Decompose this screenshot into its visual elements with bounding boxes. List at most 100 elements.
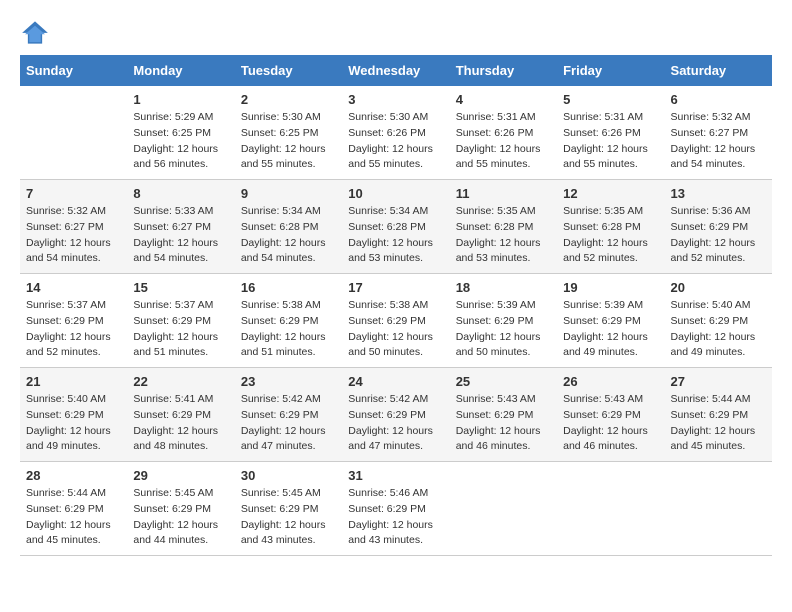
day-number: 15 xyxy=(133,280,228,295)
day-number: 10 xyxy=(348,186,443,201)
day-cell: 3Sunrise: 5:30 AMSunset: 6:26 PMDaylight… xyxy=(342,86,449,180)
day-cell: 7Sunrise: 5:32 AMSunset: 6:27 PMDaylight… xyxy=(20,180,127,274)
day-cell xyxy=(450,462,557,556)
day-info: Sunrise: 5:34 AMSunset: 6:28 PMDaylight:… xyxy=(348,204,443,267)
day-number: 27 xyxy=(671,374,766,389)
day-number: 20 xyxy=(671,280,766,295)
header-tuesday: Tuesday xyxy=(235,55,342,86)
day-number: 2 xyxy=(241,92,336,107)
day-number: 6 xyxy=(671,92,766,107)
day-number: 16 xyxy=(241,280,336,295)
day-cell: 17 Sunrise: 5:38 AMSunset: 6:29 PMDayligh… xyxy=(342,274,449,368)
day-info: Sunrise: 5:42 AMSunset: 6:29 PMDaylight:… xyxy=(348,392,443,455)
day-number: 19 xyxy=(563,280,658,295)
logo-icon xyxy=(20,20,50,45)
day-number: 3 xyxy=(348,92,443,107)
day-number: 24 xyxy=(348,374,443,389)
day-cell: 25 Sunrise: 5:43 AMSunset: 6:29 PMDayligh… xyxy=(450,368,557,462)
day-info: Sunrise: 5:29 AMSunset: 6:25 PMDaylight:… xyxy=(133,110,228,173)
day-number: 12 xyxy=(563,186,658,201)
calendar-table: SundayMondayTuesdayWednesdayThursdayFrid… xyxy=(20,55,772,556)
day-info: Sunrise: 5:34 AMSunset: 6:28 PMDaylight:… xyxy=(241,204,336,267)
day-number: 25 xyxy=(456,374,551,389)
day-number: 9 xyxy=(241,186,336,201)
day-info: Sunrise: 5:46 AMSunset: 6:29 PMDaylight:… xyxy=(348,486,443,549)
day-info: Sunrise: 5:30 AMSunset: 6:25 PMDaylight:… xyxy=(241,110,336,173)
day-cell: 19Sunrise: 5:39 AMSunset: 6:29 PMDayligh… xyxy=(557,274,664,368)
day-cell: 28 Sunrise: 5:44 AMSunset: 6:29 PMDayligh… xyxy=(20,462,127,556)
day-number: 13 xyxy=(671,186,766,201)
day-info: Sunrise: 5:36 AMSunset: 6:29 PMDaylight:… xyxy=(671,204,766,267)
header-friday: Friday xyxy=(557,55,664,86)
day-info: Sunrise: 5:35 AMSunset: 6:28 PMDaylight:… xyxy=(563,204,658,267)
logo xyxy=(20,20,52,45)
day-info: Sunrise: 5:32 AMSunset: 6:27 PMDaylight:… xyxy=(671,110,766,173)
day-info: Sunrise: 5:40 AMSunset: 6:29 PMDaylight:… xyxy=(26,392,121,455)
day-number: 14 xyxy=(26,280,121,295)
header-sunday: Sunday xyxy=(20,55,127,86)
day-cell: 15 Sunrise: 5:37 AMSunset: 6:29 PMDayligh… xyxy=(127,274,234,368)
day-number: 4 xyxy=(456,92,551,107)
day-cell: 8Sunrise: 5:33 AMSunset: 6:27 PMDaylight… xyxy=(127,180,234,274)
day-number: 5 xyxy=(563,92,658,107)
day-number: 23 xyxy=(241,374,336,389)
day-cell: 14 Sunrise: 5:37 AMSunset: 6:29 PMDayligh… xyxy=(20,274,127,368)
day-cell: 16 Sunrise: 5:38 AMSunset: 6:29 PMDayligh… xyxy=(235,274,342,368)
day-cell: 31 Sunrise: 5:46 AMSunset: 6:29 PMDayligh… xyxy=(342,462,449,556)
day-info: Sunrise: 5:37 AMSunset: 6:29 PMDaylight:… xyxy=(26,298,121,361)
week-row-5: 28 Sunrise: 5:44 AMSunset: 6:29 PMDayligh… xyxy=(20,462,772,556)
day-cell: 26Sunrise: 5:43 AMSunset: 6:29 PMDayligh… xyxy=(557,368,664,462)
day-cell: 22 Sunrise: 5:41 AMSunset: 6:29 PMDayligh… xyxy=(127,368,234,462)
day-info: Sunrise: 5:31 AMSunset: 6:26 PMDaylight:… xyxy=(456,110,551,173)
week-row-3: 14 Sunrise: 5:37 AMSunset: 6:29 PMDayligh… xyxy=(20,274,772,368)
day-cell: 12 Sunrise: 5:35 AMSunset: 6:28 PMDayligh… xyxy=(557,180,664,274)
day-cell: 10 Sunrise: 5:34 AMSunset: 6:28 PMDayligh… xyxy=(342,180,449,274)
day-cell: 6 Sunrise: 5:32 AMSunset: 6:27 PMDaylight… xyxy=(665,86,772,180)
day-cell: 18 Sunrise: 5:39 AMSunset: 6:29 PMDayligh… xyxy=(450,274,557,368)
day-cell xyxy=(20,86,127,180)
day-info: Sunrise: 5:41 AMSunset: 6:29 PMDaylight:… xyxy=(133,392,228,455)
week-row-2: 7Sunrise: 5:32 AMSunset: 6:27 PMDaylight… xyxy=(20,180,772,274)
day-cell xyxy=(665,462,772,556)
header-wednesday: Wednesday xyxy=(342,55,449,86)
header-thursday: Thursday xyxy=(450,55,557,86)
header-monday: Monday xyxy=(127,55,234,86)
day-info: Sunrise: 5:33 AMSunset: 6:27 PMDaylight:… xyxy=(133,204,228,267)
week-row-1: 1Sunrise: 5:29 AMSunset: 6:25 PMDaylight… xyxy=(20,86,772,180)
day-info: Sunrise: 5:38 AMSunset: 6:29 PMDaylight:… xyxy=(348,298,443,361)
day-info: Sunrise: 5:42 AMSunset: 6:29 PMDaylight:… xyxy=(241,392,336,455)
day-number: 17 xyxy=(348,280,443,295)
day-number: 22 xyxy=(133,374,228,389)
page-header xyxy=(20,20,772,45)
day-cell: 21 Sunrise: 5:40 AMSunset: 6:29 PMDayligh… xyxy=(20,368,127,462)
day-cell: 20Sunrise: 5:40 AMSunset: 6:29 PMDayligh… xyxy=(665,274,772,368)
day-info: Sunrise: 5:43 AMSunset: 6:29 PMDaylight:… xyxy=(563,392,658,455)
day-cell: 2 Sunrise: 5:30 AMSunset: 6:25 PMDaylight… xyxy=(235,86,342,180)
day-number: 28 xyxy=(26,468,121,483)
day-info: Sunrise: 5:43 AMSunset: 6:29 PMDaylight:… xyxy=(456,392,551,455)
day-cell: 5 Sunrise: 5:31 AMSunset: 6:26 PMDaylight… xyxy=(557,86,664,180)
day-info: Sunrise: 5:31 AMSunset: 6:26 PMDaylight:… xyxy=(563,110,658,173)
day-info: Sunrise: 5:39 AMSunset: 6:29 PMDaylight:… xyxy=(456,298,551,361)
day-info: Sunrise: 5:44 AMSunset: 6:29 PMDaylight:… xyxy=(671,392,766,455)
day-info: Sunrise: 5:37 AMSunset: 6:29 PMDaylight:… xyxy=(133,298,228,361)
day-number: 31 xyxy=(348,468,443,483)
day-info: Sunrise: 5:45 AMSunset: 6:29 PMDaylight:… xyxy=(133,486,228,549)
day-info: Sunrise: 5:35 AMSunset: 6:28 PMDaylight:… xyxy=(456,204,551,267)
header-saturday: Saturday xyxy=(665,55,772,86)
day-number: 21 xyxy=(26,374,121,389)
day-cell: 24 Sunrise: 5:42 AMSunset: 6:29 PMDayligh… xyxy=(342,368,449,462)
day-info: Sunrise: 5:44 AMSunset: 6:29 PMDaylight:… xyxy=(26,486,121,549)
day-info: Sunrise: 5:32 AMSunset: 6:27 PMDaylight:… xyxy=(26,204,121,267)
week-row-4: 21 Sunrise: 5:40 AMSunset: 6:29 PMDayligh… xyxy=(20,368,772,462)
day-cell: 23 Sunrise: 5:42 AMSunset: 6:29 PMDayligh… xyxy=(235,368,342,462)
calendar-header-row: SundayMondayTuesdayWednesdayThursdayFrid… xyxy=(20,55,772,86)
day-number: 29 xyxy=(133,468,228,483)
day-number: 11 xyxy=(456,186,551,201)
day-info: Sunrise: 5:38 AMSunset: 6:29 PMDaylight:… xyxy=(241,298,336,361)
day-cell: 29 Sunrise: 5:45 AMSunset: 6:29 PMDayligh… xyxy=(127,462,234,556)
day-cell: 27 Sunrise: 5:44 AMSunset: 6:29 PMDayligh… xyxy=(665,368,772,462)
day-cell: 4 Sunrise: 5:31 AMSunset: 6:26 PMDaylight… xyxy=(450,86,557,180)
day-number: 18 xyxy=(456,280,551,295)
day-cell: 30Sunrise: 5:45 AMSunset: 6:29 PMDayligh… xyxy=(235,462,342,556)
